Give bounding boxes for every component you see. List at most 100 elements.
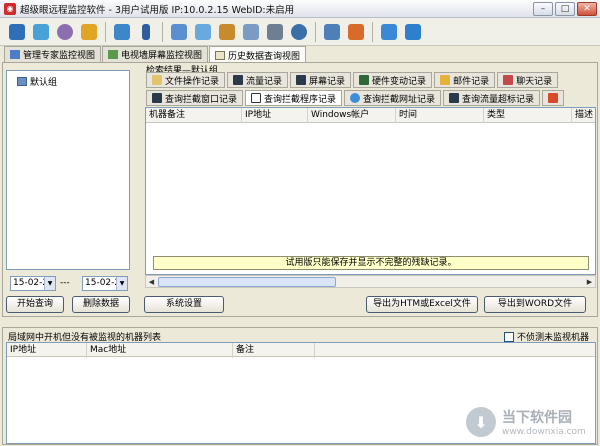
site-watermark: ⬇ 当下软件园 www.downxia.com: [466, 402, 596, 442]
toolbar-button-record[interactable]: [264, 21, 286, 43]
remote-control-icon: [114, 23, 130, 40]
mail-icon: [440, 75, 451, 85]
disk-icon: [291, 23, 307, 40]
date-from-picker[interactable]: 15-02-2 ▼: [10, 276, 56, 291]
trial-notice: 试用版只能保存并显示不完整的残缺记录。: [153, 256, 589, 270]
download-arrow-icon: ⬇: [466, 407, 496, 437]
system-settings-button[interactable]: 系统设置: [144, 296, 224, 313]
toolbar-button-computers[interactable]: [30, 21, 52, 43]
date-separator: ---: [60, 278, 70, 288]
toolbar-button-window[interactable]: [240, 21, 262, 43]
toolbar-button-remote[interactable]: [111, 21, 133, 43]
group-tree[interactable]: 默认组: [6, 70, 130, 270]
close-button[interactable]: ✕: [577, 2, 597, 16]
toolbar-separator: [315, 21, 316, 42]
col-description[interactable]: 描述: [572, 108, 595, 123]
toolbar-button-start[interactable]: [6, 21, 28, 43]
tab-label: 历史数据查询视图: [228, 51, 301, 62]
col-ip[interactable]: IP地址: [242, 108, 308, 123]
group-icon: [17, 77, 27, 86]
toolbar: [0, 18, 600, 46]
window-controls: – □ ✕: [533, 2, 597, 16]
category-intercept-program[interactable]: 查询拦截程序记录: [245, 90, 343, 106]
col-mac[interactable]: Mac地址: [87, 343, 233, 358]
screen-record-icon: [296, 75, 307, 85]
watermark-url: www.downxia.com: [502, 427, 586, 437]
scroll-thumb[interactable]: [158, 277, 336, 287]
checkbox-box[interactable]: [504, 331, 514, 342]
category-chat[interactable]: 聊天记录: [497, 72, 559, 88]
category-label: 查询流量超标记录: [462, 94, 535, 105]
camera-icon: [267, 23, 283, 40]
date-from-value: 15-02-2: [13, 278, 49, 288]
toolbar-button-settings[interactable]: [54, 21, 76, 43]
scroll-right-arrow[interactable]: ▶: [584, 277, 595, 287]
tab-history-view[interactable]: 历史数据查询视图: [209, 46, 307, 63]
category-label: 邮件记录: [453, 76, 490, 87]
program-intercept-icon: [251, 93, 262, 103]
watermark-title: 当下软件园: [502, 410, 572, 426]
col-note[interactable]: 备注: [233, 343, 315, 358]
bar-chart-icon: [381, 23, 397, 40]
users-icon: [81, 23, 97, 40]
chevron-down-icon[interactable]: ▼: [44, 277, 55, 290]
chevron-down-icon[interactable]: ▼: [116, 277, 127, 290]
col-machine-note[interactable]: 机器备注: [146, 108, 242, 123]
category-label: 文件操作记录: [165, 76, 220, 87]
tree-item-default-group[interactable]: 默认组: [17, 75, 57, 88]
category-more[interactable]: [542, 90, 565, 106]
gear-icon: [57, 23, 73, 40]
record-category-tabs: 文件操作记录 流量记录 屏幕记录 硬件变动记录 邮件记录 聊天记录: [146, 72, 596, 88]
toolbar-separator: [162, 21, 163, 42]
toolbar-button-disk[interactable]: [288, 21, 310, 43]
toolbar-button-pin[interactable]: [135, 21, 157, 43]
category-traffic[interactable]: 流量记录: [227, 72, 289, 88]
category-hardware[interactable]: 硬件变动记录: [353, 72, 433, 88]
minimize-button[interactable]: –: [533, 2, 553, 16]
date-to-picker[interactable]: 15-02-2 ▼: [82, 276, 128, 291]
toolbar-separator: [105, 21, 106, 42]
maximize-button[interactable]: □: [555, 2, 575, 16]
title-bar: ◉ 超级眼远程监控软件 - 3用户试用版 IP:10.0.2.15 WebID:…: [0, 0, 600, 18]
tab-manager-view[interactable]: 管理专家监控视图: [4, 46, 102, 62]
toolbar-button-network[interactable]: [192, 21, 214, 43]
col-type[interactable]: 类型: [484, 108, 572, 123]
toolbar-button-screen[interactable]: [168, 21, 190, 43]
start-query-button[interactable]: 开始查询: [6, 296, 64, 313]
results-hscrollbar[interactable]: ◀ ▶: [145, 275, 596, 288]
file-ops-icon: [152, 75, 162, 85]
category-intercept-window[interactable]: 查询拦截窗口记录: [146, 90, 244, 106]
unmonitored-grid-header: IP地址 Mac地址 备注: [7, 343, 595, 358]
tab-label: 电视墙屏幕监控视图: [121, 51, 203, 61]
category-label: 聊天记录: [516, 76, 553, 87]
col-time[interactable]: 时间: [396, 108, 484, 123]
category-label: 查询拦截程序记录: [264, 94, 337, 105]
col-windows-account[interactable]: Windows帐户: [308, 108, 396, 123]
globe-icon: [350, 93, 361, 103]
toolbar-button-help[interactable]: [402, 21, 424, 43]
pin-icon: [142, 23, 150, 40]
toolbar-button-chart[interactable]: [378, 21, 400, 43]
date-to-value: 15-02-2: [85, 278, 121, 288]
category-screen[interactable]: 屏幕记录: [290, 72, 352, 88]
category-intercept-url[interactable]: 查询拦截网址记录: [344, 90, 442, 106]
col-ip[interactable]: IP地址: [7, 343, 87, 358]
scroll-left-arrow[interactable]: ◀: [146, 277, 157, 287]
category-mail[interactable]: 邮件记录: [434, 72, 496, 88]
toolbar-button-report[interactable]: [345, 21, 367, 43]
export-word-button[interactable]: 导出到WORD文件: [484, 296, 586, 313]
toolbar-button-log[interactable]: [321, 21, 343, 43]
tree-view-icon: [10, 50, 20, 59]
category-label: 查询拦截窗口记录: [165, 94, 238, 105]
category-traffic-exceed[interactable]: 查询流量超标记录: [443, 90, 541, 106]
log-icon: [324, 23, 340, 40]
export-excel-button[interactable]: 导出为HTM或Excel文件: [366, 296, 478, 313]
category-file-ops[interactable]: 文件操作记录: [146, 72, 226, 88]
toolbar-button-process[interactable]: [216, 21, 238, 43]
traffic-exceed-icon: [449, 93, 460, 103]
results-grid[interactable]: 机器备注 IP地址 Windows帐户 时间 类型 描述 试用版只能保存并显示不…: [145, 107, 596, 275]
watermark-text: 当下软件园 www.downxia.com: [502, 407, 586, 437]
tab-tv-wall-view[interactable]: 电视墙屏幕监控视图: [102, 46, 209, 62]
delete-data-button[interactable]: 删除数据: [72, 296, 130, 313]
toolbar-button-users[interactable]: [78, 21, 100, 43]
